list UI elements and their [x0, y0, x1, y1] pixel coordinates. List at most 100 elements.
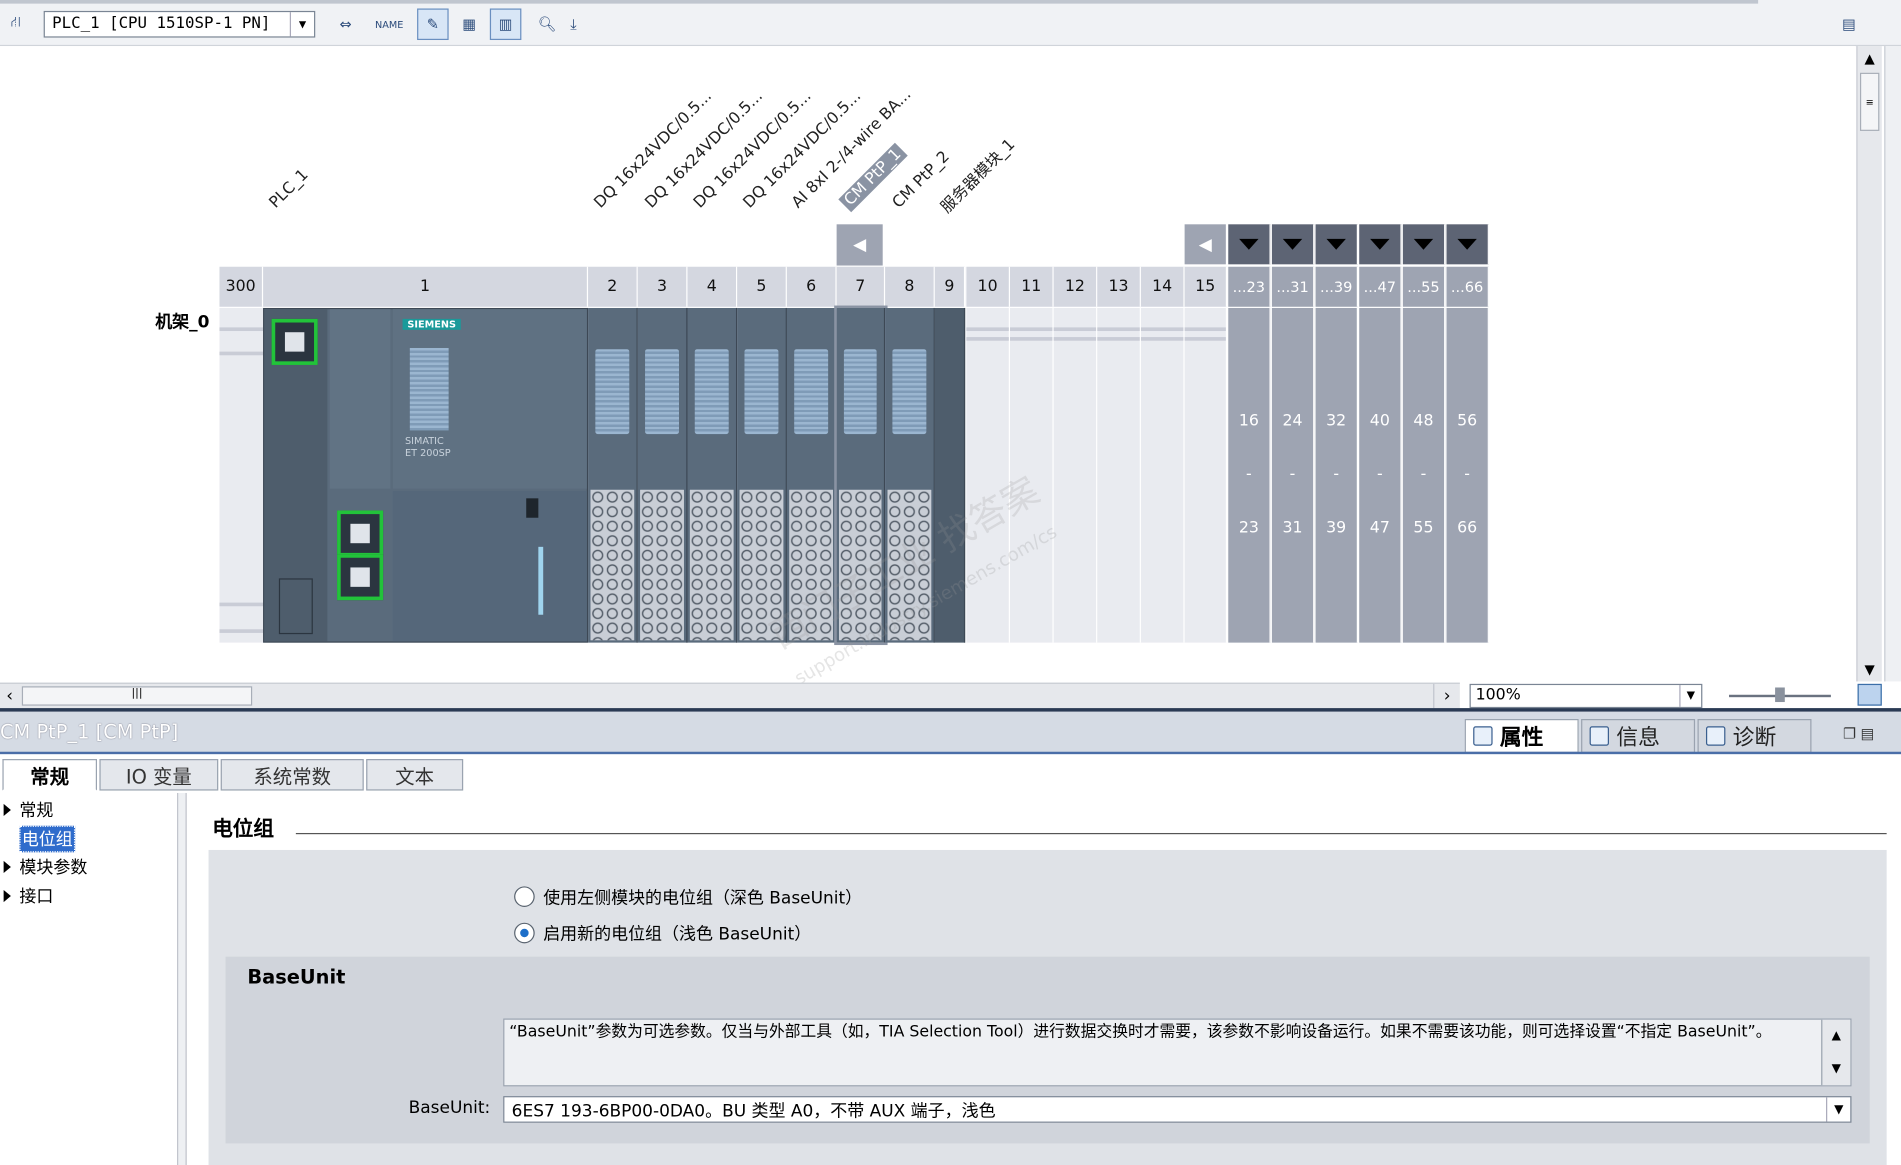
slot-number: 1	[263, 266, 589, 307]
slot-number: 300	[219, 266, 264, 307]
extended-slot-header[interactable]: ...66	[1446, 266, 1489, 307]
device-overview-icon[interactable]: ⇔	[330, 8, 362, 40]
tree-item-potential-group[interactable]: 电位组	[0, 825, 176, 853]
top-border-strip	[0, 0, 1759, 4]
scroll-left-icon[interactable]: ‹	[0, 684, 19, 708]
empty-slot[interactable]	[1140, 307, 1185, 643]
properties-icon	[1473, 726, 1493, 746]
extended-slot-column[interactable]: 40 - 47	[1359, 307, 1402, 643]
baseunit-select[interactable]: 6ES7 193-6BP00-0DA0。BU 类型 A0，不带 AUX 端子，浅…	[503, 1096, 1852, 1123]
side-collapse-strip[interactable]	[1884, 46, 1901, 682]
extended-slot-column[interactable]: 24 - 31	[1271, 307, 1315, 643]
io-module[interactable]	[687, 307, 738, 643]
slot7-selector[interactable]: ◀	[836, 224, 883, 266]
slot-number: 8	[885, 266, 935, 307]
vertical-scrollbar[interactable]: ▲ ≡ ▼	[1856, 46, 1882, 682]
scroll-down-icon[interactable]: ▼	[1858, 657, 1882, 681]
scroll-up-icon[interactable]: ▲	[1858, 46, 1882, 70]
scroll-thumb[interactable]: ≡	[1859, 72, 1880, 131]
hscroll-thumb[interactable]: |||	[21, 686, 253, 706]
section-title-rule	[295, 832, 1887, 835]
chevron-down-icon[interactable]: ▼	[1826, 1097, 1850, 1122]
chevron-down-icon[interactable]: ▼	[289, 12, 314, 37]
slot-number: 3	[637, 266, 688, 307]
zoom-select[interactable]: 100% ▼	[1469, 683, 1703, 709]
float-window-icon[interactable]: ❐ ▤	[1843, 725, 1874, 742]
network-view-icon[interactable]: ⛙	[0, 7, 32, 39]
expand-slot-arrow[interactable]	[1271, 224, 1315, 265]
inspector-title: CM PtP_1 [CM PtP]	[0, 720, 179, 744]
radio-use-left-group-label: 使用左侧模块的电位组（深色 BaseUnit）	[543, 888, 863, 909]
zoom-value: 100%	[1475, 686, 1521, 705]
cpu-module[interactable]: SIEMENS SIMATIC ET 200SP	[263, 307, 589, 643]
extended-slot-header[interactable]: ...39	[1315, 266, 1358, 307]
scroll-right-icon[interactable]: ›	[1433, 683, 1460, 709]
tab-diagnostics[interactable]: 诊断	[1697, 719, 1812, 753]
tab-system-constants[interactable]: 系统常数	[220, 759, 364, 791]
extended-slot-header[interactable]: ...31	[1271, 266, 1315, 307]
tab-texts[interactable]: 文本	[366, 759, 464, 791]
panel-toggle-icon[interactable]: ▤	[1833, 8, 1865, 40]
io-module[interactable]	[588, 307, 638, 643]
textarea-scrollbar[interactable]: ▲ ▼	[1821, 1019, 1851, 1086]
column-view-icon[interactable]: ▥	[489, 8, 522, 41]
extended-slot-column[interactable]: 48 - 55	[1402, 307, 1446, 643]
range-start: 40	[1369, 412, 1390, 431]
expand-arrow-icon[interactable]	[3, 860, 11, 873]
tree-item-general[interactable]: 常规	[0, 797, 176, 824]
edit-pen-icon[interactable]: ✎	[417, 8, 449, 41]
expand-slot-arrow[interactable]	[1359, 224, 1402, 265]
horizontal-scrollbar[interactable]: ‹ ||| ›	[0, 682, 1460, 709]
extended-slot-header[interactable]: ...47	[1359, 266, 1402, 307]
expand-arrow-icon[interactable]	[3, 889, 11, 903]
zoom-slider-handle[interactable]	[1775, 687, 1785, 703]
inspector-header-underline	[0, 751, 1901, 755]
tree-item-interface[interactable]: 接口	[0, 883, 176, 910]
chevron-down-icon	[1370, 238, 1390, 250]
radio-use-left-group[interactable]	[514, 886, 535, 907]
extended-slot-column[interactable]: 32 - 39	[1315, 307, 1358, 643]
extended-slot-header[interactable]: ...55	[1402, 266, 1446, 307]
zoom-slider[interactable]	[1729, 687, 1831, 703]
tree-item-module-parameters[interactable]: 模块参数	[0, 854, 176, 881]
tab-info[interactable]: 信息	[1581, 719, 1696, 753]
chevron-down-icon	[1413, 238, 1434, 250]
expand-slot-arrow[interactable]	[1402, 224, 1446, 265]
extended-slot-column[interactable]: 16 - 23	[1228, 307, 1271, 643]
extended-slot-column[interactable]: 56 - 66	[1446, 307, 1489, 643]
expand-slot-arrow[interactable]	[1315, 224, 1358, 265]
tab-properties[interactable]: 属性	[1464, 719, 1579, 753]
left-arrow-button[interactable]: ◀	[1184, 224, 1226, 265]
range-end: 66	[1457, 518, 1478, 538]
slot-number: 5	[737, 266, 787, 307]
name-assign-icon[interactable]: NAME	[373, 8, 405, 40]
info-text: “BaseUnit”参数为可选参数。仅当与外部工具（如，TIA Selectio…	[509, 1023, 1772, 1042]
empty-slot[interactable]	[1184, 307, 1228, 643]
overview-nav-icon[interactable]	[1857, 683, 1882, 706]
radio-new-group-label: 启用新的电位组（浅色 BaseUnit）	[543, 925, 812, 945]
scroll-down-icon[interactable]: ▼	[1822, 1052, 1850, 1085]
range-end: 23	[1238, 518, 1259, 538]
scroll-up-icon[interactable]: ▲	[1822, 1020, 1850, 1053]
rack-name: 机架_0	[155, 312, 210, 333]
expand-slot-arrow[interactable]	[1228, 224, 1271, 265]
extended-slot-header[interactable]: ...23	[1228, 266, 1271, 307]
expand-slot-arrow[interactable]	[1446, 224, 1489, 265]
empty-slot[interactable]	[1053, 307, 1098, 643]
empty-slot[interactable]	[1097, 307, 1141, 643]
tab-general[interactable]: 常规	[2, 759, 97, 791]
chevron-down-icon	[1326, 238, 1346, 250]
expand-arrow-icon[interactable]	[3, 803, 11, 817]
tab-io-tags[interactable]: IO 变量	[99, 759, 219, 791]
chevron-down-icon[interactable]: ▼	[1679, 685, 1701, 707]
radio-new-group[interactable]	[514, 922, 535, 944]
io-module[interactable]	[737, 307, 787, 643]
range-separator: -	[1420, 465, 1427, 484]
cpu-model-line2: ET 200SP	[404, 447, 451, 459]
range-start: 56	[1457, 412, 1478, 431]
download-arrow-icon[interactable]: ⤓	[558, 8, 590, 40]
io-module[interactable]	[637, 307, 688, 643]
grid-icon[interactable]: ▦	[453, 8, 485, 40]
tree-splitter[interactable]	[177, 792, 187, 1165]
device-select[interactable]: PLC_1 [CPU 1510SP-1 PN] ▼	[43, 10, 316, 38]
